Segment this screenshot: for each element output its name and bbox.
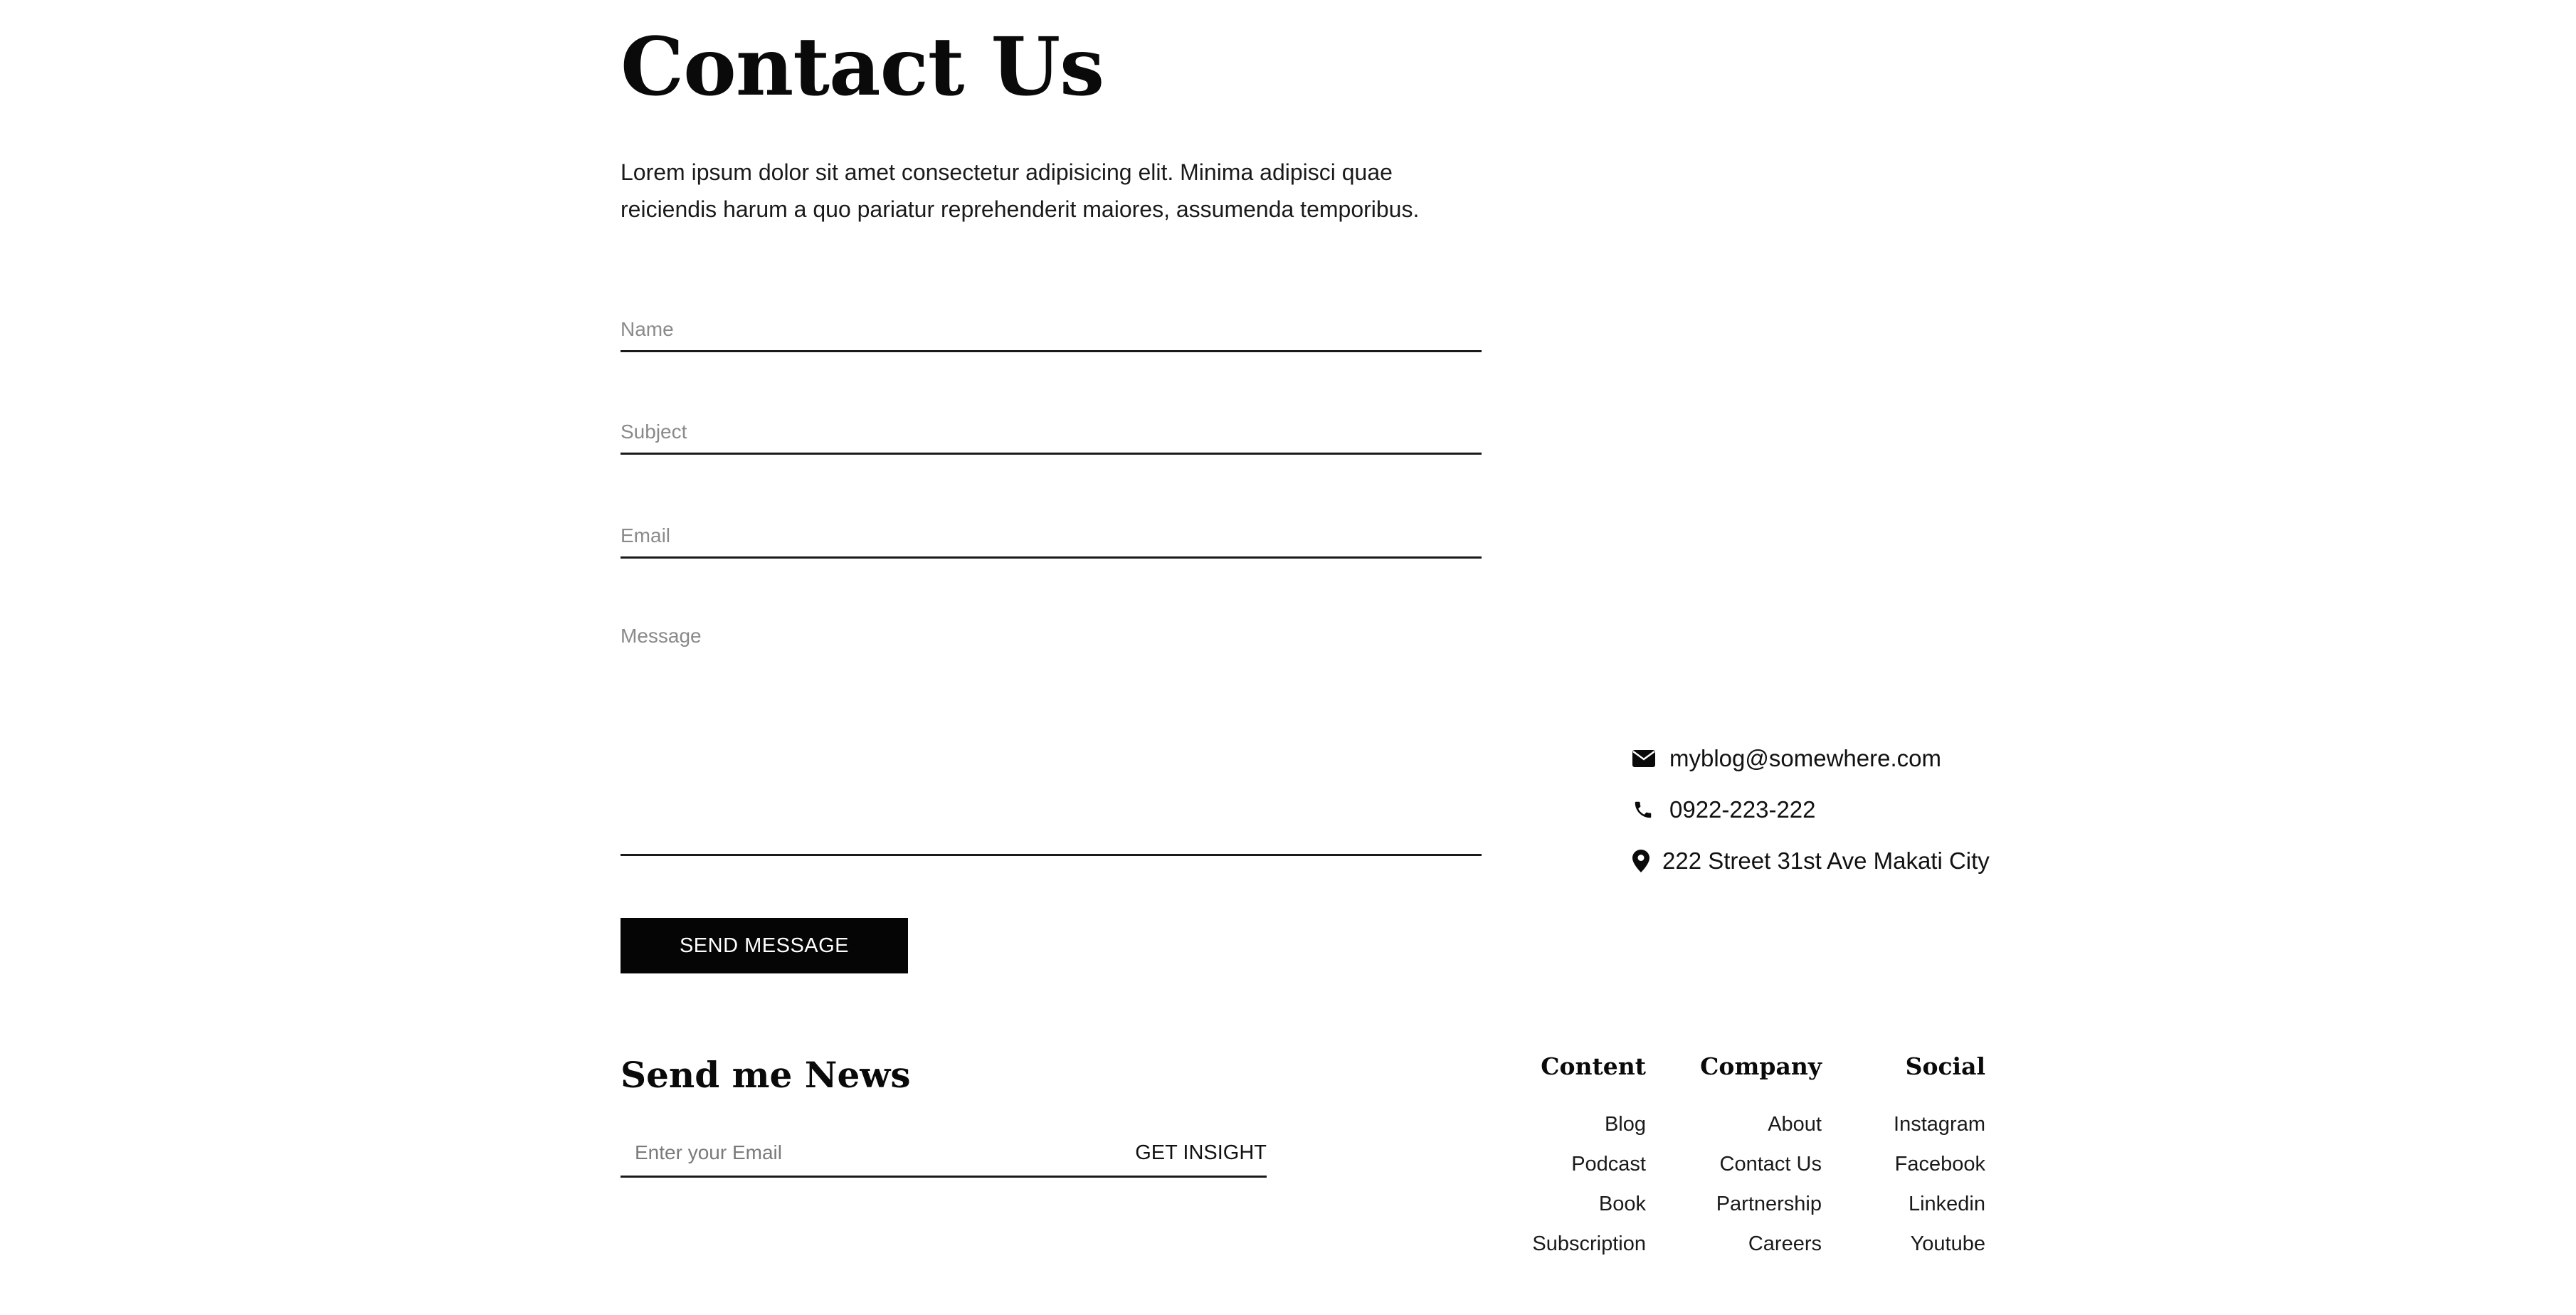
page-title: Contact Us <box>621 21 1104 114</box>
footer-link-instagram[interactable]: Instagram <box>1894 1104 1985 1144</box>
subject-field-wrapper <box>621 416 1482 455</box>
subject-input[interactable] <box>621 416 1482 448</box>
message-field-wrapper <box>621 625 1482 856</box>
email-field-wrapper <box>621 519 1482 559</box>
footer-link-youtube[interactable]: Youtube <box>1894 1224 1985 1264</box>
contact-address-row: 222 Street 31st Ave Makati City <box>1632 835 2002 887</box>
footer-link-contact-us[interactable]: Contact Us <box>1700 1144 1822 1184</box>
message-textarea[interactable] <box>621 625 1482 838</box>
footer-column-content: Content Blog Podcast Book Subscription <box>1532 1049 1646 1264</box>
footer-heading-content: Content <box>1541 1052 1646 1080</box>
contact-info: myblog@somewhere.com 0922-223-222 222 St… <box>1632 733 2002 887</box>
footer-heading-social: Social <box>1905 1052 1985 1080</box>
contact-phone[interactable]: 0922-223-222 <box>1669 796 1816 823</box>
contact-email[interactable]: myblog@somewhere.com <box>1669 745 1941 772</box>
contact-address: 222 Street 31st Ave Makati City <box>1662 847 1990 874</box>
footer-link-podcast[interactable]: Podcast <box>1532 1144 1646 1184</box>
footer-link-blog[interactable]: Blog <box>1532 1104 1646 1144</box>
footer-column-company: Company About Contact Us Partnership Car… <box>1700 1049 1822 1264</box>
footer-column-social: Social Instagram Facebook Linkedin Youtu… <box>1894 1049 1985 1264</box>
phone-icon <box>1632 798 1657 822</box>
newsletter-email-input[interactable] <box>621 1131 1136 1174</box>
newsletter-form: GET INSIGHT <box>621 1130 1267 1178</box>
name-input[interactable] <box>621 313 1482 346</box>
name-field-wrapper <box>621 313 1482 352</box>
send-message-button[interactable]: SEND MESSAGE <box>621 918 908 973</box>
footer-heading-company: Company <box>1700 1052 1822 1080</box>
contact-phone-row: 0922-223-222 <box>1632 784 2002 835</box>
footer-link-book[interactable]: Book <box>1532 1184 1646 1224</box>
get-insight-button[interactable]: GET INSIGHT <box>1135 1141 1267 1165</box>
footer-link-linkedin[interactable]: Linkedin <box>1894 1184 1985 1224</box>
footer-link-careers[interactable]: Careers <box>1700 1224 1822 1264</box>
newsletter-title: Send me News <box>621 1054 911 1096</box>
footer-link-about[interactable]: About <box>1700 1104 1822 1144</box>
footer-link-partnership[interactable]: Partnership <box>1700 1184 1822 1224</box>
envelope-icon <box>1632 746 1657 771</box>
contact-email-row: myblog@somewhere.com <box>1632 733 2002 784</box>
footer-link-facebook[interactable]: Facebook <box>1894 1144 1985 1184</box>
email-input[interactable] <box>621 519 1482 552</box>
map-pin-icon <box>1632 849 1651 873</box>
contact-page: Contact Us Lorem ipsum dolor sit amet co… <box>0 0 2576 1315</box>
intro-text: Lorem ipsum dolor sit amet consectetur a… <box>621 159 1420 222</box>
footer-link-subscription[interactable]: Subscription <box>1532 1224 1646 1264</box>
